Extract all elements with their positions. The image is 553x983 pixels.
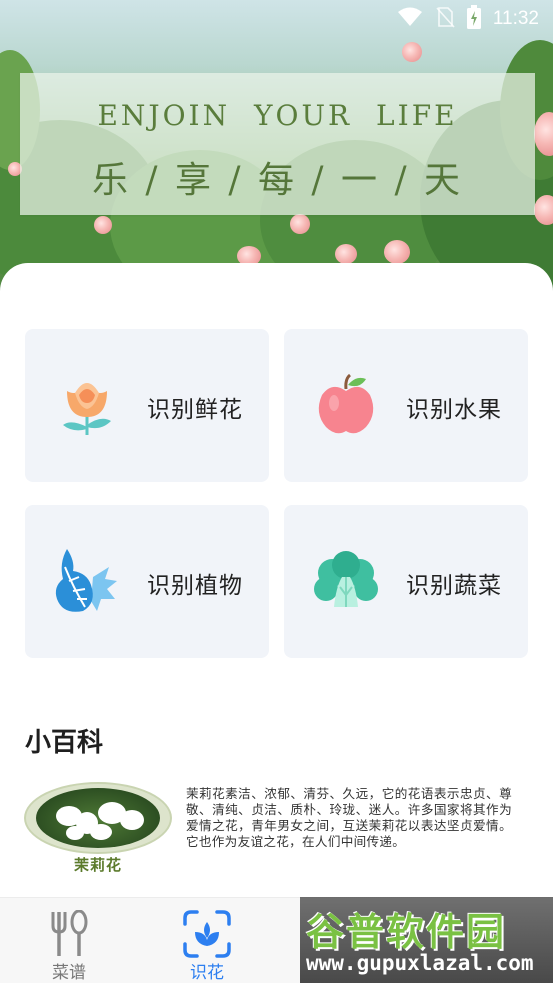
no-sim-icon xyxy=(435,6,455,32)
banner-title-cn: 乐 / 享 / 每 / 一 / 天 xyxy=(91,160,464,201)
identify-fruit-card[interactable]: 识别水果 xyxy=(284,329,528,482)
nav-recipe-label: 菜谱 xyxy=(52,963,86,983)
identify-flower-label: 识别鲜花 xyxy=(147,397,243,423)
apple-icon xyxy=(312,371,380,439)
nav-recipe[interactable]: 菜谱 xyxy=(24,898,114,983)
jasmine-photo xyxy=(36,788,160,848)
scan-leaf-icon xyxy=(183,910,231,958)
vegetable-icon xyxy=(312,547,380,615)
identify-plant-label: 识别植物 xyxy=(147,573,243,599)
jasmine-image[interactable]: 茉莉花 xyxy=(24,782,172,874)
jasmine-caption: 茉莉花 xyxy=(73,856,122,874)
identify-vegetable-card[interactable]: 识别蔬菜 xyxy=(284,505,528,658)
identify-fruit-label: 识别水果 xyxy=(406,397,502,423)
battery-charging-icon xyxy=(466,5,481,33)
watermark-url: www.gupuxlazal.com xyxy=(306,951,534,975)
status-bar: 11:32 xyxy=(0,0,553,38)
banner-title-en: ENJOIN YOUR LIFE xyxy=(97,99,458,132)
flower-icon xyxy=(53,371,121,439)
nav-identify-flower-label: 识花 xyxy=(190,963,224,983)
watermark: 谷普软件园 www.gupuxlazal.com xyxy=(300,897,553,983)
identify-plant-card[interactable]: 识别植物 xyxy=(25,505,269,658)
watermark-logo-text: 谷普软件园 xyxy=(306,910,507,954)
encyclopedia-title: 小百科 xyxy=(25,728,104,758)
leaf-icon xyxy=(53,547,121,615)
wifi-icon xyxy=(397,7,423,31)
fork-spoon-icon xyxy=(45,909,93,958)
nav-identify-flower[interactable]: 识花 xyxy=(162,898,252,983)
status-time: 11:32 xyxy=(492,8,539,29)
identify-flower-card[interactable]: 识别鲜花 xyxy=(25,329,269,482)
identify-vegetable-label: 识别蔬菜 xyxy=(406,573,502,599)
encyclopedia-text: 茉莉花素洁、浓郁、清芬、久远，它的花语表示忠贞、尊敬、清纯、贞洁、质朴、玲珑、迷… xyxy=(186,786,512,849)
hero-banner: ENJOIN YOUR LIFE 乐 / 享 / 每 / 一 / 天 xyxy=(20,73,535,215)
